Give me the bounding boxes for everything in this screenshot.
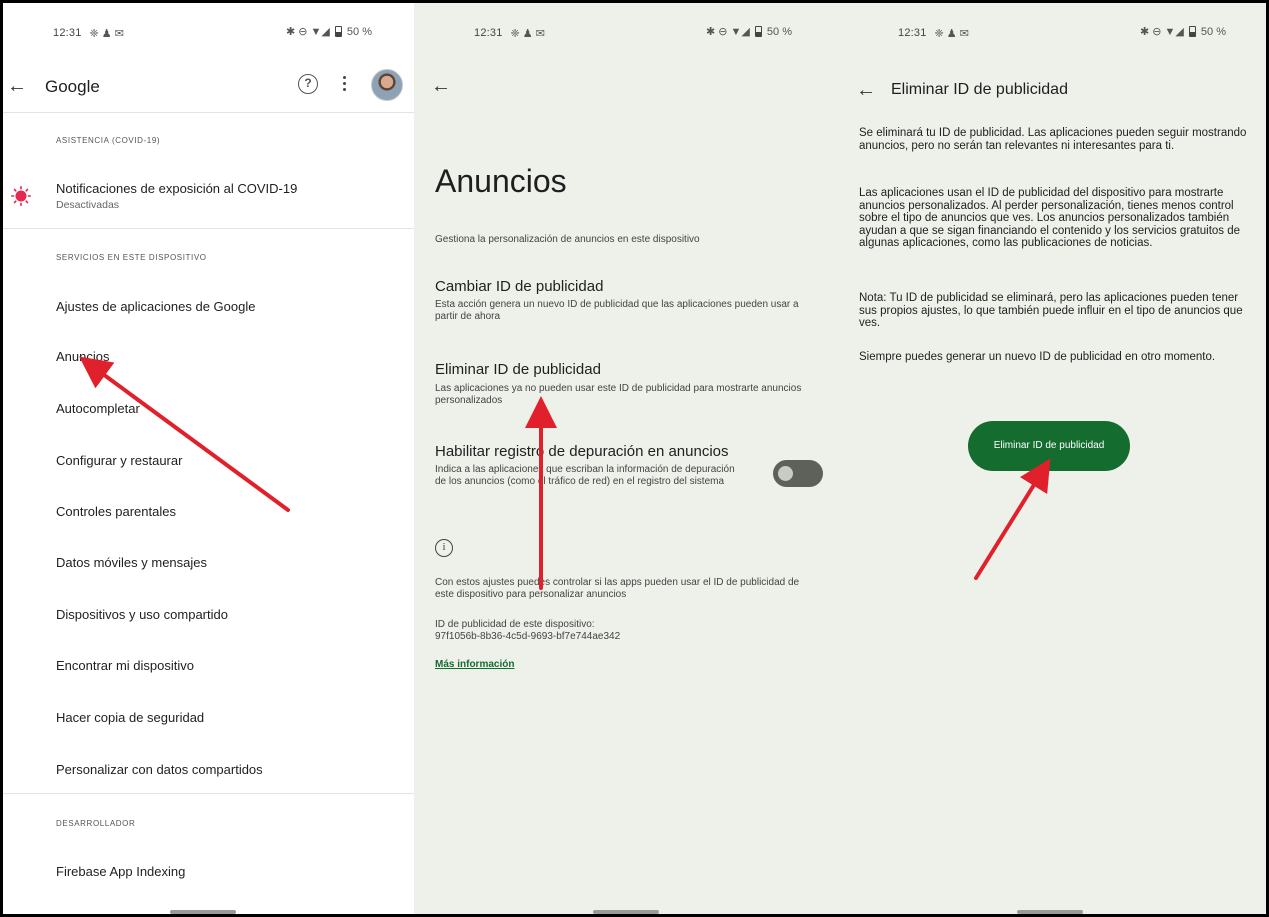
toggle-knob xyxy=(778,466,793,481)
debug-log-toggle[interactable] xyxy=(773,460,823,487)
body-paragraph: Nota: Tu ID de publicidad se eliminará, … xyxy=(859,292,1243,329)
battery-level: 50 % xyxy=(346,25,372,38)
covid-notifications-item[interactable]: Notificaciones de exposición al COVID-19 xyxy=(56,181,297,196)
avatar[interactable] xyxy=(371,69,403,101)
gesture-bar[interactable] xyxy=(170,910,236,914)
eliminar-id-panel: 12:31 ❈ ♟ ✉ ✱ ⊖ ▼◢ 50 % ← Eliminar ID de… xyxy=(835,3,1266,914)
menu-item-autocompletar[interactable]: Autocompletar xyxy=(56,401,140,416)
notification-icons: ❈ ♟ ✉ xyxy=(510,27,545,40)
google-settings-panel: 12:31 ❈ ♟ ✉ ✱ ⊖ ▼◢ 50 % ← Google ? ASIST… xyxy=(3,3,414,914)
eliminar-id-button[interactable]: Eliminar ID de publicidad xyxy=(968,421,1130,471)
battery-icon xyxy=(1188,26,1196,37)
status-bar: 12:31 ❈ ♟ ✉ xyxy=(898,25,969,41)
menu-item-copia-seguridad[interactable]: Hacer copia de seguridad xyxy=(56,710,204,725)
body-paragraph: Las aplicaciones usan el ID de publicida… xyxy=(859,187,1241,249)
menu-item-encontrar[interactable]: Encontrar mi dispositivo xyxy=(56,658,194,673)
status-time: 12:31 xyxy=(898,27,927,39)
help-icon[interactable]: ? xyxy=(298,74,318,94)
section-servicios: SERVICIOS EN ESTE DISPOSITIVO xyxy=(56,253,207,262)
app-bar: ← Google ? xyxy=(3,63,414,113)
page-title: Google xyxy=(45,77,100,96)
menu-item-ajustes-apps[interactable]: Ajustes de aplicaciones de Google xyxy=(56,299,255,314)
menu-item-datos-moviles[interactable]: Datos móviles y mensajes xyxy=(56,555,207,570)
device-id-label: ID de publicidad de este dispositivo: xyxy=(435,619,595,630)
menu-item-controles-parentales[interactable]: Controles parentales xyxy=(56,504,176,519)
notification-icons: ❈ ♟ ✉ xyxy=(934,27,969,40)
covid-exposure-icon xyxy=(11,186,31,206)
info-icon: i xyxy=(435,539,453,557)
back-arrow-icon[interactable]: ← xyxy=(7,76,27,96)
info-text: Con estos ajustes puedes controlar si la… xyxy=(435,577,800,600)
gesture-bar[interactable] xyxy=(593,910,659,914)
body-paragraph: Se eliminará tu ID de publicidad. Las ap… xyxy=(859,127,1247,152)
eliminar-id-title[interactable]: Eliminar ID de publicidad xyxy=(435,361,601,378)
menu-item-dispositivos[interactable]: Dispositivos y uso compartido xyxy=(56,607,228,622)
status-right: ✱ ⊖ ▼◢ 50 % xyxy=(1140,25,1226,39)
status-time: 12:31 xyxy=(474,27,503,39)
page-title: Eliminar ID de publicidad xyxy=(891,81,1068,98)
status-right: ✱ ⊖ ▼◢ 50 % xyxy=(286,25,372,39)
system-icons: ✱ ⊖ ▼◢ xyxy=(1140,26,1184,38)
battery-level: 50 % xyxy=(1200,25,1226,38)
status-time: 12:31 xyxy=(53,27,82,39)
divider xyxy=(3,228,414,229)
battery-level: 50 % xyxy=(766,25,792,38)
notification-icons: ❈ ♟ ✉ xyxy=(89,27,124,40)
page-intro: Gestiona la personalización de anuncios … xyxy=(435,234,700,245)
more-info-link[interactable]: Más información xyxy=(435,659,514,670)
system-icons: ✱ ⊖ ▼◢ xyxy=(706,26,750,38)
menu-item-personalizar[interactable]: Personalizar con datos compartidos xyxy=(56,762,263,777)
anuncios-panel: 12:31 ❈ ♟ ✉ ✱ ⊖ ▼◢ 50 % ← Anuncios Gesti… xyxy=(414,3,835,914)
status-bar: 12:31 ❈ ♟ ✉ xyxy=(53,25,124,41)
menu-item-configurar[interactable]: Configurar y restaurar xyxy=(56,453,182,468)
device-id-value: 97f1056b-8b36-4c5d-9693-bf7e744ae342 xyxy=(435,631,621,642)
status-right: ✱ ⊖ ▼◢ 50 % xyxy=(706,25,792,39)
back-arrow-icon[interactable]: ← xyxy=(856,80,876,100)
eliminar-id-desc: Las aplicaciones ya no pueden usar este … xyxy=(435,383,802,406)
divider xyxy=(3,793,414,794)
back-arrow-icon[interactable]: ← xyxy=(431,76,451,96)
section-desarrollador: DESARROLLADOR xyxy=(56,819,136,828)
cambiar-id-desc: Esta acción genera un nuevo ID de public… xyxy=(435,299,799,322)
status-bar: 12:31 ❈ ♟ ✉ xyxy=(474,25,545,41)
body-paragraph: Siempre puedes generar un nuevo ID de pu… xyxy=(859,351,1216,363)
cambiar-id-title[interactable]: Cambiar ID de publicidad xyxy=(435,278,603,295)
gesture-bar[interactable] xyxy=(1017,910,1083,914)
more-options-icon[interactable] xyxy=(341,73,347,95)
system-icons: ✱ ⊖ ▼◢ xyxy=(286,26,330,38)
covid-notifications-status: Desactivadas xyxy=(56,199,120,211)
debug-log-title: Habilitar registro de depuración en anun… xyxy=(435,443,729,460)
menu-item-firebase[interactable]: Firebase App Indexing xyxy=(56,864,185,879)
battery-icon xyxy=(754,26,762,37)
page-heading: Anuncios xyxy=(435,163,567,199)
debug-log-desc: Indica a las aplicaciones que escriban l… xyxy=(435,464,735,487)
menu-item-anuncios[interactable]: Anuncios xyxy=(56,349,109,364)
section-asistencia: ASISTENCIA (COVID-19) xyxy=(56,136,161,145)
battery-icon xyxy=(334,26,342,37)
